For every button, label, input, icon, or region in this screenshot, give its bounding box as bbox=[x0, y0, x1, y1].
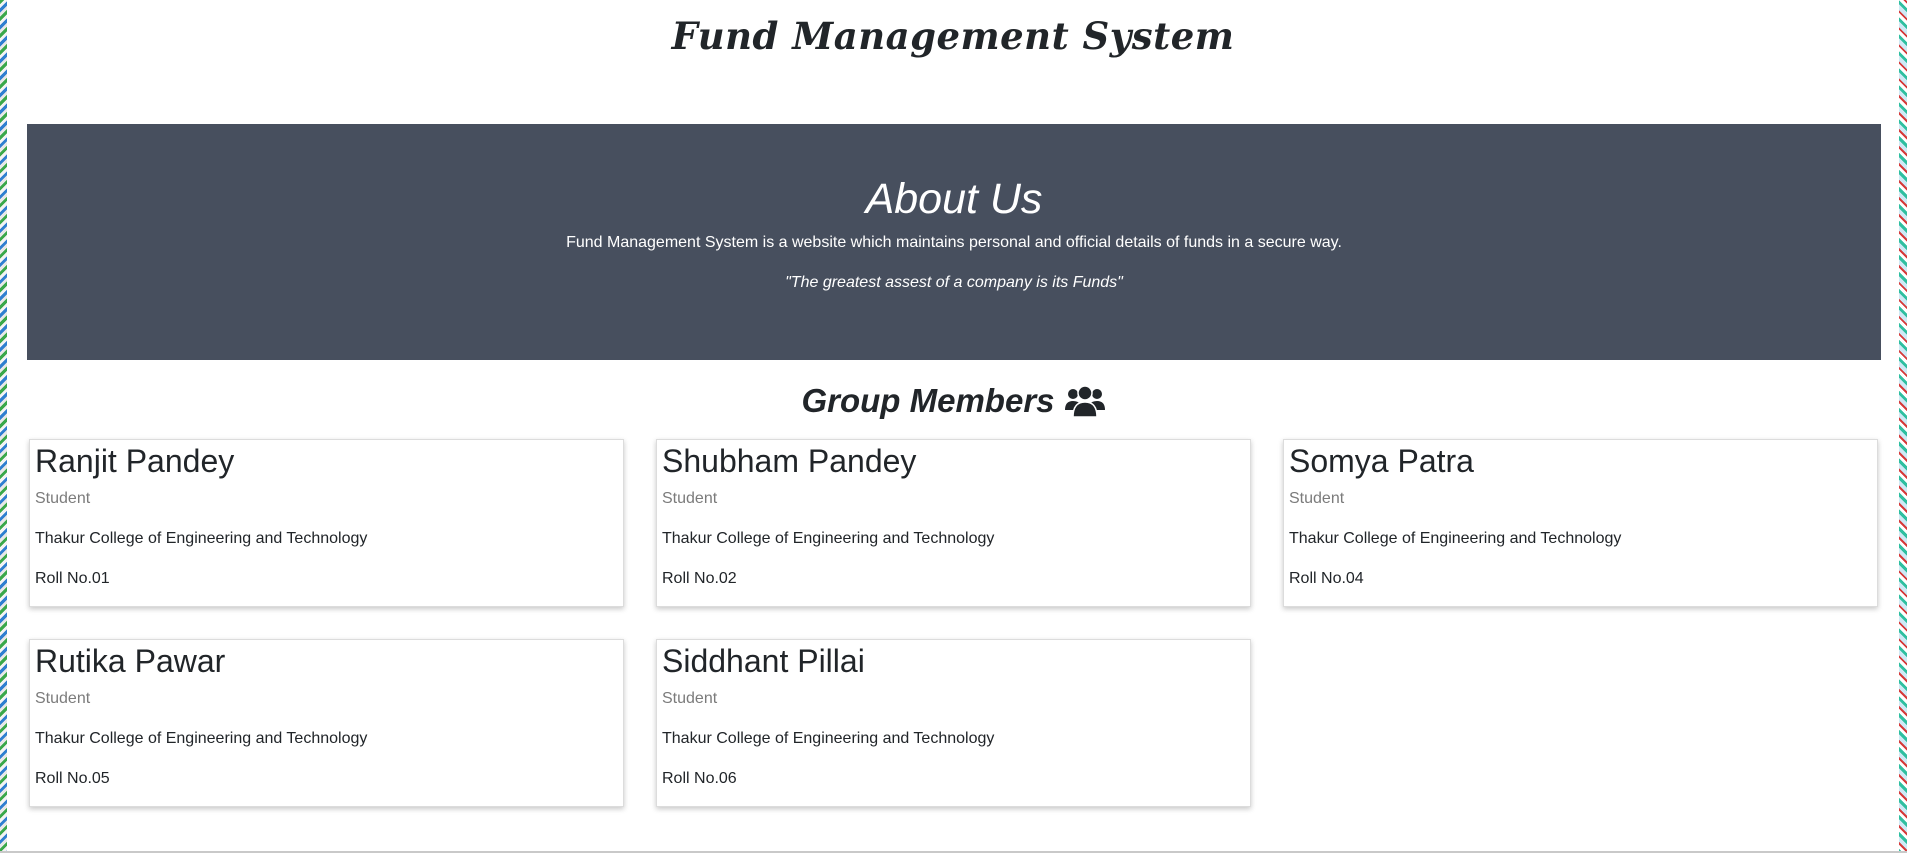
desktop-wallpaper-left-edge bbox=[0, 0, 7, 853]
member-card: Siddhant Pillai Student Thakur College o… bbox=[656, 639, 1251, 807]
member-card: Rutika Pawar Student Thakur College of E… bbox=[29, 639, 624, 807]
member-card: Somya Patra Student Thakur College of En… bbox=[1283, 439, 1878, 607]
member-card: Shubham Pandey Student Thakur College of… bbox=[656, 439, 1251, 607]
member-name: Rutika Pawar bbox=[35, 643, 226, 679]
member-role: Student bbox=[1289, 490, 1345, 507]
about-description: Fund Management System is a website whic… bbox=[566, 234, 1342, 251]
member-role: Student bbox=[35, 690, 91, 707]
group-members-label: Group Members bbox=[801, 382, 1055, 419]
about-quote: "The greatest assest of a company is its… bbox=[785, 274, 1123, 291]
member-roll: Roll No.02 bbox=[662, 570, 737, 587]
member-college: Thakur College of Engineering and Techno… bbox=[35, 730, 368, 747]
group-members-heading: Group Members bbox=[7, 382, 1899, 420]
member-role: Student bbox=[35, 490, 91, 507]
site-title: Fund Management System bbox=[671, 14, 1235, 58]
member-roll: Roll No.05 bbox=[35, 770, 110, 787]
member-college: Thakur College of Engineering and Techno… bbox=[662, 530, 995, 547]
member-role: Student bbox=[662, 690, 718, 707]
member-name: Somya Patra bbox=[1289, 443, 1474, 479]
member-name: Ranjit Pandey bbox=[35, 443, 235, 479]
member-roll: Roll No.01 bbox=[35, 570, 110, 587]
member-college: Thakur College of Engineering and Techno… bbox=[662, 730, 995, 747]
about-heading: About Us bbox=[865, 175, 1043, 223]
member-roll: Roll No.04 bbox=[1289, 570, 1364, 587]
member-college: Thakur College of Engineering and Techno… bbox=[1289, 530, 1622, 547]
member-name: Shubham Pandey bbox=[662, 443, 917, 479]
member-college: Thakur College of Engineering and Techno… bbox=[35, 530, 368, 547]
group-users-icon bbox=[1064, 384, 1105, 418]
desktop-wallpaper-right-edge bbox=[1899, 0, 1907, 853]
member-role: Student bbox=[662, 490, 718, 507]
about-section: About Us Fund Management System is a web… bbox=[27, 124, 1881, 360]
member-card: Ranjit Pandey Student Thakur College of … bbox=[29, 439, 624, 607]
page-content: Fund Management System About Us Fund Man… bbox=[7, 0, 1899, 851]
member-name: Siddhant Pillai bbox=[662, 643, 865, 679]
member-roll: Roll No.06 bbox=[662, 770, 737, 787]
